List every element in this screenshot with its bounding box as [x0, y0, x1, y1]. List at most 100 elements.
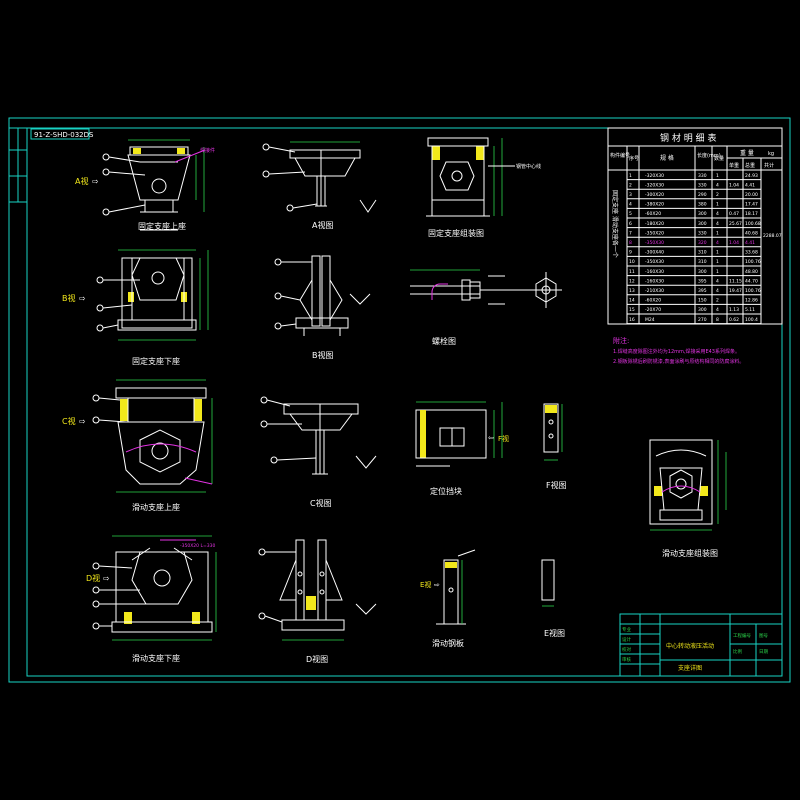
- svg-text:⇨: ⇨: [92, 177, 99, 186]
- table-cell-qty: 1: [716, 202, 719, 208]
- svg-text:构件编号: 构件编号: [610, 152, 630, 159]
- sliding-upper-view: [92, 379, 213, 493]
- arrow-e: E视: [420, 580, 431, 589]
- table-cell-spec: -320X30: [645, 182, 664, 188]
- table-cell-no: 15: [629, 307, 635, 313]
- label-f-view: F视图: [546, 480, 567, 490]
- e-view: [541, 559, 555, 607]
- svg-text:总重: 总重: [745, 162, 755, 169]
- label-fixed-upper: 固定支座上座: [138, 221, 186, 231]
- table-cell-total: 40.68: [745, 230, 758, 236]
- title-block-cell: 校对: [622, 646, 631, 653]
- table-cell-qty: 1: [716, 173, 719, 179]
- drawing-number: 91-Z-SHD-032DS: [34, 131, 94, 139]
- title-block-cell: 图号: [759, 633, 768, 639]
- table-cell-spec: -350X30: [645, 240, 664, 246]
- sliding-lower-view: -350X20 L=330: [92, 535, 217, 641]
- title-block-cell: 日期: [759, 649, 768, 655]
- title-block-cell: 审核: [622, 656, 631, 663]
- label-c-view: C视图: [310, 498, 332, 508]
- table-title: 钢 材 明 细 表: [660, 132, 716, 144]
- notes-title: 附注:: [613, 336, 629, 345]
- table-cell-total: 17.47: [745, 202, 758, 208]
- table-cell-total: 4.41: [745, 182, 755, 188]
- table-cell-spec: -20X70: [645, 307, 661, 313]
- table-cell-total: 33.68: [745, 250, 758, 256]
- svg-text:⇨: ⇨: [79, 294, 86, 303]
- table-cell-spec: -180X20: [645, 221, 664, 227]
- table-cell-spec: -300X40: [645, 250, 664, 256]
- table-cell-spec: -350X20: [645, 230, 664, 236]
- label-sliding-upper: 滑动支座上座: [132, 502, 180, 512]
- table-cell-qty: 4: [716, 307, 719, 313]
- title-drawing-name: 支座详图: [678, 664, 702, 672]
- table-cell-total: 100.76: [745, 259, 761, 265]
- table-cell-no: 16: [629, 317, 635, 323]
- table-cell-length: 270: [698, 317, 707, 323]
- table-cell-spec: -210X30: [645, 288, 664, 294]
- table-cell-length: 330: [698, 182, 707, 188]
- svg-text:焊接件: 焊接件: [200, 147, 215, 154]
- table-cell-total: 100.4: [745, 317, 758, 323]
- title-block-cell: 专业: [622, 626, 631, 633]
- table-cell-total: 44.70: [745, 278, 758, 284]
- table-cell-length: 380: [698, 202, 707, 208]
- table-cell-length: 300: [698, 221, 707, 227]
- svg-text:钢管中心线: 钢管中心线: [516, 163, 541, 170]
- notes-line-1: 1.焊缝高度除图注外均为12mm,焊接采用E43系列焊条。: [613, 348, 740, 355]
- title-project: 中心转动液压活动: [666, 642, 714, 650]
- table-cell-total: 24.93: [745, 173, 758, 179]
- table-cell-qty: 2: [716, 192, 719, 198]
- table-cell-length: 300: [698, 307, 707, 313]
- table-cell-no: 12: [629, 278, 635, 284]
- table-cell-length: 310: [698, 250, 707, 256]
- fixed-assembly-view: 钢管中心线: [426, 137, 541, 217]
- svg-text:-350X20 L=330: -350X20 L=330: [180, 543, 215, 549]
- table-cell-single: 25.67: [729, 221, 742, 227]
- table-cell-no: 11: [629, 269, 635, 275]
- table-cell-total: 20.00: [745, 192, 758, 198]
- label-sliding-plate: 滑动钢板: [432, 638, 464, 648]
- table-cell-qty: 4: [716, 288, 719, 294]
- table-cell-total: 48.80: [745, 269, 758, 275]
- svg-text:重 量: 重 量: [740, 149, 754, 157]
- table-cell-qty: 2: [716, 298, 719, 304]
- table-cell-qty: 1: [716, 250, 719, 256]
- table-cell-qty: 4: [716, 240, 719, 246]
- table-cell-single: 1.13: [729, 307, 739, 313]
- table-cell-total: 5.11: [745, 307, 755, 313]
- table-cell-no: 13: [629, 288, 635, 294]
- table-cell-single: 0.47: [729, 211, 739, 217]
- svg-text:⇨: ⇨: [103, 574, 110, 583]
- table-cell-total: 100.68: [745, 221, 761, 227]
- c-view: [260, 396, 377, 475]
- table-cell-no: 4: [629, 202, 632, 208]
- f-view: [543, 403, 563, 461]
- arrow-c: C视: [62, 416, 76, 426]
- table-cell-length: 150: [698, 298, 707, 304]
- table-cell-spec: -300X20: [645, 192, 664, 198]
- fixed-upper-view: 焊接件: [102, 139, 215, 231]
- table-cell-single: 1.04: [729, 240, 739, 246]
- table-group-label: 固定支座 滑动支座各一个: [611, 190, 619, 258]
- svg-text:共计: 共计: [764, 162, 774, 169]
- table-cell-length: 300: [698, 211, 707, 217]
- label-e-view: E视图: [544, 628, 565, 638]
- table-cell-total: 4.41: [745, 240, 755, 246]
- svg-text:单重: 单重: [729, 162, 739, 169]
- table-cell-qty: 1: [716, 259, 719, 265]
- table-cell-no: 14: [629, 298, 635, 304]
- title-block-cell: 工程编号: [733, 632, 751, 639]
- sliding-plate-view: ⇨: [434, 549, 476, 625]
- title-block-cell: 比例: [733, 648, 742, 655]
- table-cell-spec: M24: [645, 317, 655, 323]
- table-cell-length: 310: [698, 259, 707, 265]
- table-cell-qty: 1: [716, 269, 719, 275]
- svg-text:⇨: ⇨: [79, 417, 86, 426]
- limit-block-view: ⇦: [415, 401, 503, 467]
- table-cell-length: 330: [698, 173, 707, 179]
- label-sliding-lower: 滑动支座下座: [132, 653, 180, 663]
- table-cell-qty: 8: [716, 317, 719, 323]
- label-sliding-assembly: 滑动支座组装图: [662, 548, 718, 558]
- table-cell-single: 19.47: [729, 288, 742, 294]
